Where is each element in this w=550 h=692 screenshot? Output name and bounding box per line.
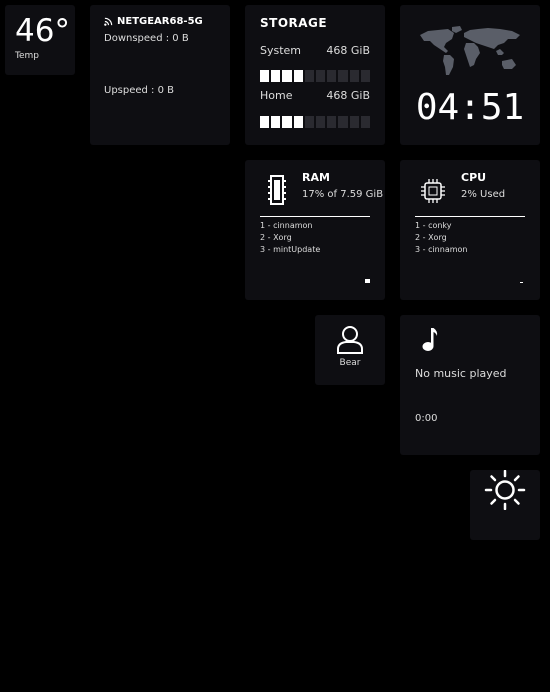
cpu-widget: CPU 2% Used 1 - conky 2 - Xorg 3 - cinna…	[400, 160, 540, 300]
storage-bar-segment	[349, 70, 359, 82]
storage-drive-system: System 468 GiB	[260, 44, 370, 57]
storage-bar-segment	[271, 116, 281, 128]
user-name: Bear	[339, 358, 361, 368]
storage-bar-segment	[338, 116, 348, 128]
music-note-icon	[422, 328, 438, 351]
drive-size: 468 GiB	[326, 89, 370, 102]
storage-bar-segment	[360, 70, 371, 82]
ram-widget: RAM 17% of 7.59 GiB 1 - cinnamon 2 - Xor…	[245, 160, 385, 300]
storage-widget: STORAGE System 468 GiB Home 468 GiB	[245, 5, 385, 145]
temp-value: 46°	[15, 13, 70, 49]
network-widget: NETGEAR68-5G Downspeed : 0 B Upspeed : 0…	[90, 5, 230, 145]
storage-bar-segment	[293, 116, 303, 128]
ram-divider	[260, 216, 370, 217]
music-status: No music played	[415, 367, 507, 380]
cpu-usage: 2% Used	[461, 189, 506, 200]
ram-process-3: 3 - mintUpdate	[260, 245, 321, 254]
storage-bar-home	[260, 116, 371, 128]
network-ssid: NETGEAR68-5G	[117, 16, 203, 27]
network-upspeed: Upspeed : 0 B	[104, 85, 175, 96]
storage-bar-segment	[304, 116, 315, 128]
cpu-divider	[415, 216, 525, 217]
clock-widget: 04:51	[400, 5, 540, 145]
ram-process-2: 2 - Xorg	[260, 233, 292, 242]
user-widget[interactable]: Bear	[315, 315, 385, 385]
cpu-title: CPU	[461, 171, 487, 184]
storage-bar-segment	[293, 70, 303, 82]
cpu-chip-icon	[421, 179, 445, 203]
storage-bar-segment	[327, 116, 337, 128]
cpu-process-2: 2 - Xorg	[415, 233, 447, 242]
storage-bar-segment	[360, 116, 371, 128]
storage-bar-system	[260, 70, 371, 82]
cpu-process-1: 1 - conky	[415, 221, 452, 230]
storage-drive-home: Home 468 GiB	[260, 89, 370, 102]
ram-usage: 17% of 7.59 GiB	[302, 189, 384, 200]
temp-label: Temp	[15, 51, 39, 61]
clock-time: 04:51	[415, 87, 525, 128]
ram-chip-icon	[268, 175, 286, 205]
temp-widget: 46° Temp	[5, 5, 75, 75]
drive-name: System	[260, 44, 302, 57]
storage-bar-segment	[282, 70, 292, 82]
user-icon	[337, 326, 363, 354]
music-time: 0:00	[415, 413, 438, 424]
ram-process-1: 1 - cinnamon	[260, 221, 313, 230]
drive-name: Home	[260, 89, 293, 102]
music-widget: No music played 0:00	[400, 315, 540, 455]
network-downspeed: Downspeed : 0 B	[104, 33, 189, 44]
sun-icon	[484, 470, 526, 510]
weather-widget	[470, 470, 540, 540]
storage-bar-segment	[282, 116, 292, 128]
ram-title: RAM	[302, 171, 330, 184]
drive-size: 468 GiB	[326, 44, 370, 57]
ram-graph	[365, 279, 370, 283]
storage-bar-segment	[260, 70, 270, 82]
storage-bar-segment	[327, 70, 337, 82]
storage-bar-segment	[338, 70, 348, 82]
wifi-icon	[104, 17, 113, 26]
storage-bar-segment	[316, 70, 326, 82]
storage-bar-segment	[316, 116, 326, 128]
storage-bar-segment	[304, 70, 315, 82]
cpu-graph	[520, 282, 523, 283]
storage-bar-segment	[271, 70, 281, 82]
network-ssid-row: NETGEAR68-5G	[104, 16, 203, 27]
storage-bar-segment	[260, 116, 270, 128]
world-map-icon	[420, 26, 520, 75]
cpu-process-3: 3 - cinnamon	[415, 245, 468, 254]
storage-bar-segment	[349, 116, 359, 128]
storage-title: STORAGE	[260, 16, 328, 30]
